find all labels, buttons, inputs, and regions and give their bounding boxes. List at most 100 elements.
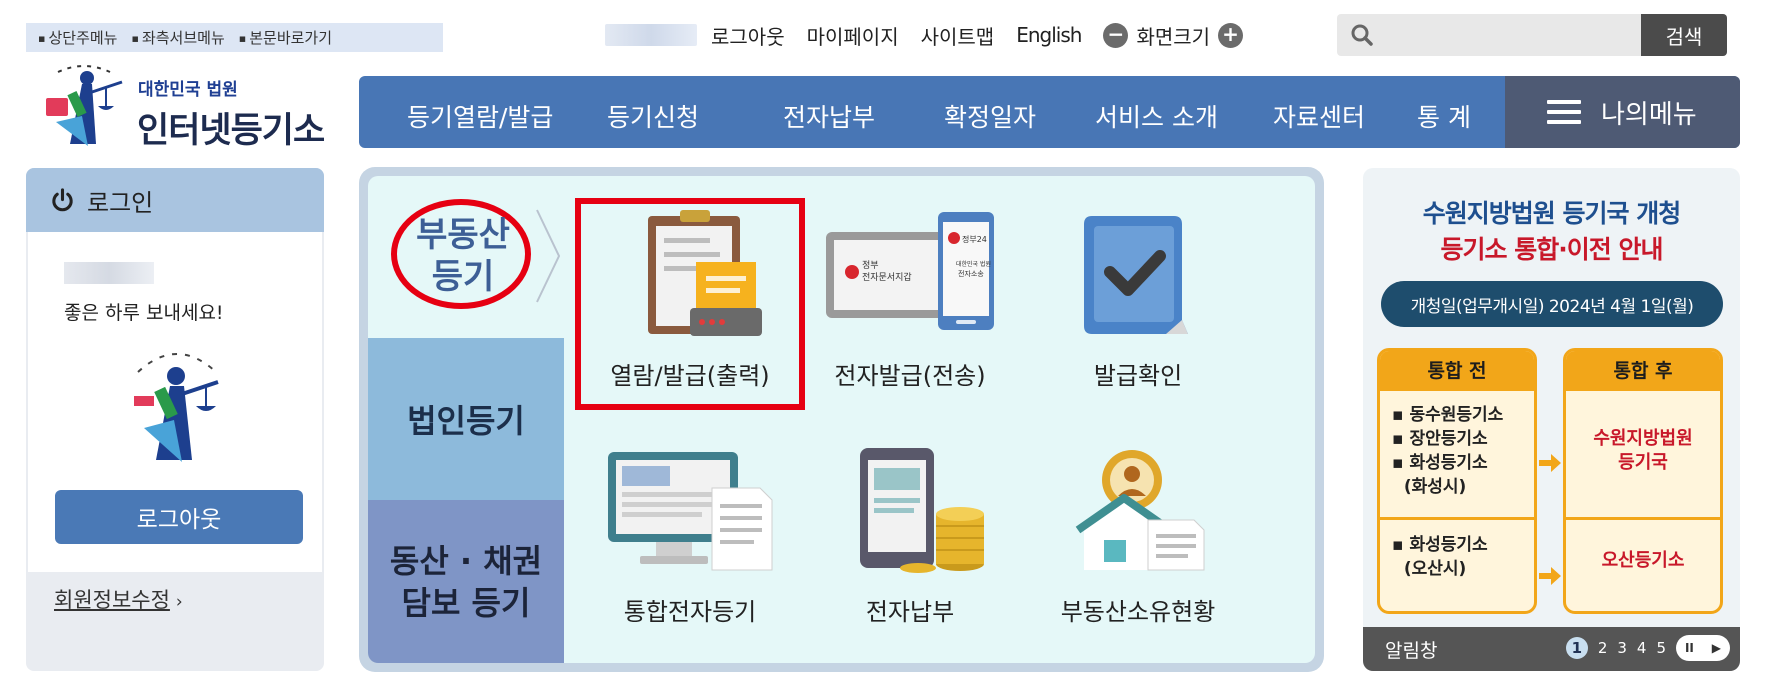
before-list-2: ▪ 화성등기소 (오산시) — [1392, 533, 1488, 581]
page-4-button[interactable]: 4 — [1637, 639, 1647, 657]
english-link[interactable]: English — [1016, 23, 1082, 47]
notice-banner[interactable]: 수원지방법원 등기국 개청 등기소 통합·이전 안내 개청일(업무개시일) 20… — [1363, 168, 1740, 671]
banner-date: 개청일(업무개시일) 2024년 4월 1일(월) — [1381, 281, 1723, 327]
after-merge-box: 통합 후 수원지방법원 등기국 오산등기소 — [1563, 348, 1723, 614]
tab-corporate[interactable]: 법인등기 — [368, 338, 564, 500]
court-emblem-icon — [134, 353, 219, 462]
zoom-in-icon[interactable]: + — [1218, 22, 1244, 48]
zoom-out-icon[interactable]: − — [1103, 22, 1129, 48]
page-3-button[interactable]: 3 — [1617, 639, 1627, 657]
utility-bar: 로그아웃 마이페이지 사이트맵 English − 화면크기 + — [605, 18, 1244, 52]
before-title: 통합 전 — [1380, 351, 1534, 391]
divider — [1380, 517, 1534, 520]
search-icon — [1351, 24, 1373, 46]
skip-link-side-menu[interactable]: 좌측서브메뉴 — [131, 27, 225, 48]
checkmark-icon — [1084, 216, 1188, 334]
tab-real-estate-line1: 부동산 — [416, 215, 510, 255]
service-issue-check[interactable]: 발급확인 — [1028, 208, 1248, 391]
nav-e-payment[interactable]: 전자납부 — [783, 98, 875, 134]
before-item: ▪ 장안등기소 — [1392, 429, 1488, 449]
banner-title-2: 등기소 통합·이전 안내 — [1440, 235, 1664, 264]
nav-apply[interactable]: 등기신청 — [607, 98, 699, 134]
my-menu-label: 나의메뉴 — [1601, 99, 1697, 130]
service-e-payment[interactable]: 전자납부 — [800, 444, 1020, 627]
notice-label: 알림창 — [1385, 639, 1438, 662]
my-menu-button[interactable]: 나의메뉴 — [1505, 76, 1740, 148]
service-name: 발급확인 — [1093, 362, 1183, 390]
divider — [1566, 517, 1720, 520]
login-title: 로그인 — [87, 188, 154, 217]
edit-member-info-label: 회원정보수정 — [54, 588, 170, 612]
arrow-right-icon — [1539, 567, 1561, 585]
after-dest-1: 수원지방법원 등기국 — [1566, 427, 1720, 475]
edit-member-info-link[interactable]: 회원정보수정 › — [54, 584, 183, 614]
nav-data-center[interactable]: 자료센터 — [1273, 98, 1365, 134]
after-dest-line: 등기국 — [1618, 452, 1668, 473]
tab-real-estate-label: 부동산 등기 — [398, 214, 528, 298]
login-panel: 로그인 좋은 하루 보내세요! 로그아웃 회원정보수정 › — [26, 168, 324, 671]
tab-movable-line1: 동산 · 채권 — [389, 541, 543, 580]
search-button[interactable]: 검색 — [1641, 14, 1727, 56]
search-box: 검색 — [1337, 14, 1727, 56]
page-5-button[interactable]: 5 — [1656, 639, 1666, 657]
service-panel-inner: 부동산 등기 법인등기 동산 · 채권 담보 등기 열람/발급(출력) 정부 전… — [368, 176, 1315, 663]
service-panel: 부동산 등기 법인등기 동산 · 채권 담보 등기 열람/발급(출력) 정부 전… — [359, 167, 1324, 672]
tab-movable-collateral[interactable]: 동산 · 채권 담보 등기 — [368, 500, 564, 663]
page-2-button[interactable]: 2 — [1598, 639, 1608, 657]
tablet-phone-icon: 정부 전자문서지갑 정부24 대한민국 법원 전자소송 — [826, 212, 994, 330]
chevron-right-icon — [536, 209, 561, 303]
site-logo[interactable]: 대한민국 법원 인터넷등기소 — [36, 62, 326, 152]
monitor-document-icon — [608, 452, 773, 571]
login-header: 로그인 — [26, 168, 324, 232]
hamburger-icon — [1547, 100, 1581, 124]
banner-title-1: 수원지방법원 등기국 개청 — [1422, 199, 1681, 228]
login-body: 좋은 하루 보내세요! 로그아웃 — [28, 232, 322, 572]
banner-pager: 1 2 3 4 5 II ▶ — [1565, 635, 1730, 661]
before-item: (화성시) — [1392, 477, 1467, 497]
nav-service-intro[interactable]: 서비스 소개 — [1095, 98, 1218, 134]
pause-icon[interactable]: II — [1685, 641, 1694, 655]
service-e-issue[interactable]: 정부 전자문서지갑 정부24 대한민국 법원 전자소송 전자발급(전송) — [800, 208, 1020, 391]
after-dest-line: 수원지방법원 — [1593, 428, 1693, 449]
user-name-blurred — [605, 24, 697, 46]
play-icon[interactable]: ▶ — [1712, 641, 1721, 655]
tab-real-estate[interactable]: 부동산 등기 — [368, 176, 564, 344]
slide-controls: II ▶ — [1676, 635, 1730, 661]
service-name: 부동산소유현황 — [1060, 598, 1216, 626]
mypage-link[interactable]: 마이페이지 — [807, 21, 899, 50]
before-item: ▪ 화성등기소 — [1392, 535, 1488, 555]
court-emblem-icon — [46, 65, 123, 146]
sitemap-link[interactable]: 사이트맵 — [921, 21, 995, 50]
house-person-icon — [1075, 450, 1205, 571]
logo-subtitle: 대한민국 법원 — [138, 80, 238, 100]
nav-statistics[interactable]: 통 계 — [1417, 98, 1471, 134]
phone-top-label: 정부24 — [962, 234, 987, 244]
tab-real-estate-line2: 등기 — [431, 257, 495, 297]
skip-links: 상단주메뉴 좌측서브메뉴 본문바로가기 — [26, 23, 443, 52]
skip-link-content[interactable]: 본문바로가기 — [239, 27, 332, 48]
zoom-label: 화면크기 — [1136, 24, 1211, 49]
before-merge-box: 통합 전 ▪ 동수원등기소 ▪ 장안등기소 ▪ 화성등기소 (화성시) ▪ 화성… — [1377, 348, 1537, 614]
logout-link[interactable]: 로그아웃 — [711, 21, 785, 50]
nav-view-issue[interactable]: 등기열람/발급 — [407, 98, 553, 134]
before-item: ▪ 동수원등기소 — [1392, 405, 1504, 425]
before-list-1: ▪ 동수원등기소 ▪ 장안등기소 ▪ 화성등기소 (화성시) — [1392, 403, 1503, 499]
service-integrated-e-registry[interactable]: 통합전자등기 — [580, 444, 800, 627]
service-name: 전자발급(전송) — [834, 362, 986, 390]
banner-footer: 알림창 1 2 3 4 5 II ▶ — [1363, 627, 1740, 671]
logo-title: 인터넷등기소 — [137, 111, 325, 151]
page-1-button[interactable]: 1 — [1565, 637, 1588, 659]
tablet-left-big: 전자문서지갑 — [862, 271, 912, 283]
tablet-left-small: 정부 — [862, 260, 879, 271]
logout-button[interactable]: 로그아웃 — [55, 490, 303, 544]
chevron-right-icon: › — [175, 592, 183, 612]
service-real-estate-ownership[interactable]: 부동산소유현황 — [1028, 444, 1248, 627]
phone-coins-icon — [860, 448, 984, 573]
search-input[interactable] — [1383, 20, 1613, 50]
after-title: 통합 후 — [1566, 351, 1720, 391]
service-name: 통합전자등기 — [623, 598, 757, 626]
skip-link-top-menu[interactable]: 상단주메뉴 — [38, 27, 117, 48]
nav-fixed-date[interactable]: 확정일자 — [944, 98, 1036, 134]
after-dest-2: 오산등기소 — [1601, 550, 1685, 571]
before-item: (오산시) — [1392, 559, 1467, 579]
